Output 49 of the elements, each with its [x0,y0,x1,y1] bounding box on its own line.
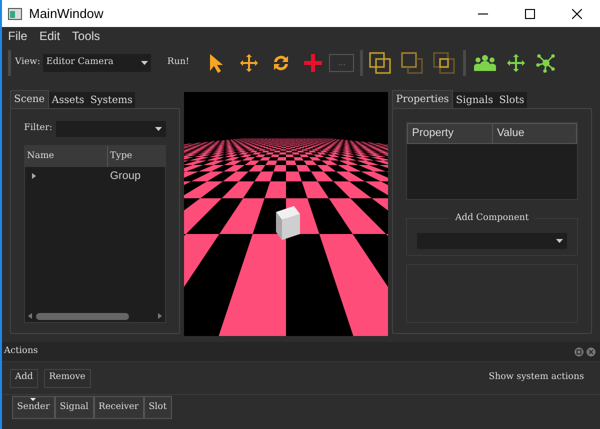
view-dropdown[interactable]: Editor Camera [43,54,152,72]
scroll-left-arrow-icon[interactable] [28,313,32,319]
float-icon[interactable] [574,346,584,356]
tree-item-type: Group [110,168,141,184]
view-label: View: [15,56,40,70]
overlap-squares-icon[interactable] [369,52,392,74]
column-header[interactable]: Value [493,124,576,143]
scroll-right-arrow-icon[interactable] [158,313,162,319]
column-header[interactable]: Receiver [94,396,144,419]
sort-indicator-icon [30,398,36,401]
column-header[interactable]: Signal [54,396,94,419]
panel-tab[interactable]: Systems [87,92,136,108]
filter-label: Filter: [24,122,52,136]
overlap-squares-icon[interactable] [433,52,456,74]
filter-field[interactable] [56,121,166,137]
window-title: MainWindow [29,4,104,23]
column-header[interactable]: Name [25,146,108,167]
move-arrows-icon[interactable] [506,53,526,73]
panel-tab[interactable]: Slots [496,92,528,108]
dock-title: Actions [4,344,38,358]
panel-tab[interactable]: Scene [10,90,49,108]
column-header[interactable]: Property [408,124,493,143]
scrollbar-thumb[interactable] [36,312,129,320]
action-button[interactable]: Remove [44,368,90,388]
column-header[interactable]: Sender [12,396,55,419]
overlap-squares-icon[interactable] [401,52,424,74]
column-header[interactable]: Type [108,146,165,167]
panel-tab[interactable]: Assets [48,92,88,108]
action-button[interactable]: Add [10,368,38,388]
app-icon [8,8,22,20]
plus-icon[interactable] [303,53,324,73]
panel-tab[interactable]: Signals [452,92,496,108]
network-nodes-icon[interactable] [536,53,556,73]
collapsed-arrow-icon[interactable] [32,173,37,179]
dropdown-caret-icon [155,127,162,131]
move-arrows-icon[interactable] [239,53,260,73]
run-button[interactable]: Run! [167,56,190,70]
dropdown-caret-icon [141,61,148,65]
column-header[interactable]: Slot [144,396,172,419]
menu-item[interactable]: File [8,26,28,44]
pointer-icon[interactable] [209,53,226,73]
menu-item[interactable]: Edit [39,26,60,44]
dropdown-caret-icon [556,239,563,243]
show-system-actions-label: Show system actions [488,371,584,384]
group-icon[interactable] [474,54,496,72]
panel-tab[interactable]: Properties [392,90,453,108]
close-icon[interactable] [572,8,582,18]
maximize-icon[interactable] [525,8,535,18]
menu-item[interactable]: Tools [72,26,100,44]
